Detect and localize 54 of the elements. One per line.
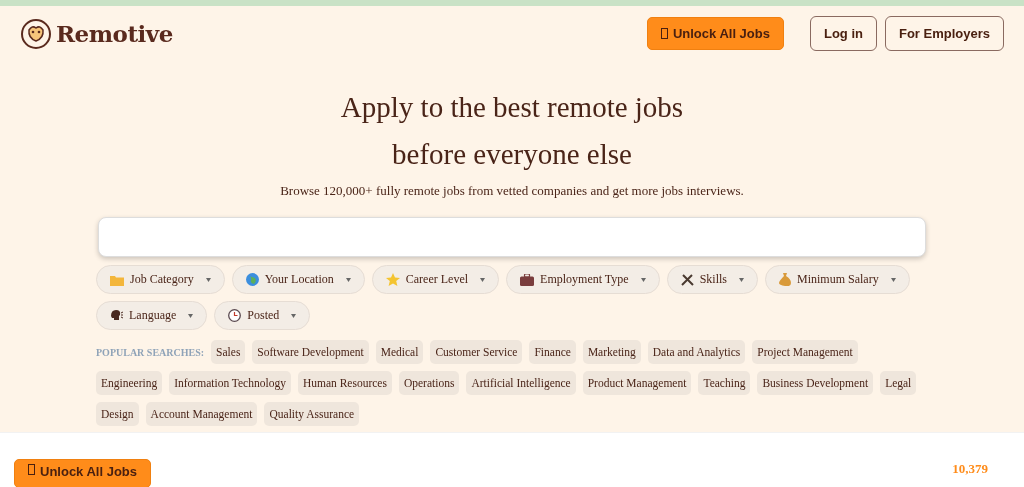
hero-subtitle: Browse 120,000+ fully remote jobs from vetted companies and get more jobs interviews. (280, 183, 744, 199)
search-tag[interactable]: Operations (398, 371, 460, 395)
hero-title: Apply to the best remote jobs before everyone else (340, 90, 684, 172)
search-tag[interactable]: Account Management (145, 402, 258, 426)
job-count: 10,379 (952, 461, 988, 477)
search-tag[interactable]: Data and Analytics (647, 340, 746, 364)
unlock-jobs-button[interactable]: Unlock All Jobs (14, 459, 152, 487)
filter-dropdown[interactable]: Language (96, 301, 208, 330)
search-tag[interactable]: Teaching (698, 371, 751, 395)
for-employers-button[interactable]: For Employers (884, 16, 1004, 51)
caret-icon (291, 313, 297, 318)
search-tag[interactable]: Customer Service (430, 340, 523, 364)
search-tag[interactable]: Artificial Intelligence (466, 371, 576, 395)
caret-icon (640, 277, 646, 282)
search-tag[interactable]: Information Technology (169, 371, 291, 395)
filter-dropdown[interactable]: Your Location (231, 265, 365, 294)
filter-dropdown[interactable]: Posted (214, 301, 311, 330)
clock-icon (228, 309, 242, 322)
caret-icon (205, 277, 211, 282)
star-icon (385, 273, 400, 286)
search-tag[interactable]: Sales (211, 340, 246, 364)
search-tag[interactable]: Business Development (757, 371, 874, 395)
caret-icon (890, 277, 896, 282)
filter-dropdown[interactable]: Skills (666, 265, 759, 294)
popular-searches-label: POPULAR SEARCHES: (96, 346, 205, 358)
filter-dropdown[interactable]: Minimum Salary (765, 265, 910, 294)
search-tag[interactable]: Engineering (96, 371, 163, 395)
briefcase-icon (520, 273, 535, 286)
caret-icon (345, 277, 351, 282)
search-tag[interactable]: Quality Assurance (264, 402, 360, 426)
login-button[interactable]: Log in (809, 16, 877, 51)
search-tag[interactable]: Legal (880, 371, 917, 395)
filter-dropdown[interactable]: Employment Type (506, 265, 660, 294)
search-tag[interactable]: Software Development (252, 340, 369, 364)
search-tag[interactable]: Human Resources (297, 371, 392, 395)
dog-logo-icon (20, 17, 52, 50)
search-tag[interactable]: Design (96, 402, 139, 426)
folder-icon (110, 273, 124, 286)
caret-icon (188, 313, 194, 318)
search-tag[interactable]: Finance (529, 340, 576, 364)
filter-dropdown[interactable]: Career Level (371, 265, 500, 294)
search-tag[interactable]: Project Management (752, 340, 858, 364)
globe-icon (245, 273, 259, 286)
speaking-head-icon (110, 309, 123, 322)
search-tag[interactable]: Product Management (582, 371, 692, 395)
money-bag-icon (779, 273, 792, 286)
search-field[interactable] (98, 217, 926, 257)
unlock-jobs-button[interactable]: Unlock All Jobs (646, 17, 784, 50)
caret-icon (739, 277, 745, 282)
filter-dropdown[interactable]: Job Category (96, 265, 225, 294)
caret-icon (480, 277, 486, 282)
search-tag[interactable]: Marketing (582, 340, 641, 364)
logo-text[interactable]: Remotive (56, 20, 173, 47)
search-tag[interactable]: Medical (375, 340, 424, 364)
